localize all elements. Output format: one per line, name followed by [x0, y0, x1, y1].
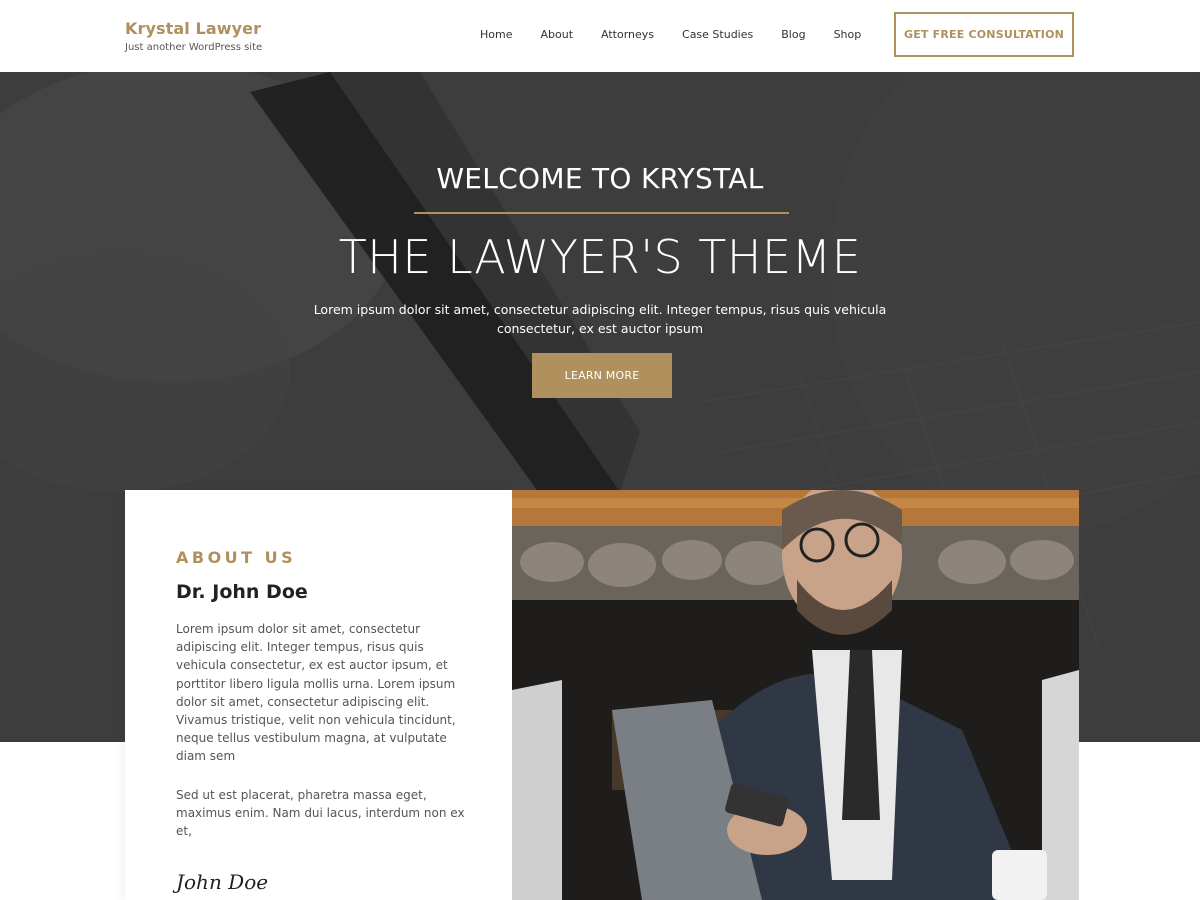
hero-description: Lorem ipsum dolor sit amet, consectetur … [313, 302, 887, 336]
about-card: ABOUT US Dr. John Doe Lorem ipsum dolor … [125, 490, 512, 900]
about-section-label: ABOUT US [176, 548, 297, 567]
nav-item-home[interactable]: Home [480, 28, 512, 41]
nav-item-about[interactable]: About [540, 28, 573, 41]
about-paragraph-1: Lorem ipsum dolor sit amet, consectetur … [176, 622, 456, 764]
nav-item-blog[interactable]: Blog [781, 28, 805, 41]
site-header: Krystal Lawyer Just another WordPress si… [0, 0, 1200, 72]
hero-title: THE LAWYER'S THEME [338, 230, 862, 284]
about-person-name: Dr. John Doe [176, 581, 308, 603]
learn-more-button[interactable]: LEARN MORE [532, 353, 672, 398]
hero-divider [414, 212, 789, 214]
nav-item-case-studies[interactable]: Case Studies [682, 28, 753, 41]
nav-item-shop[interactable]: Shop [834, 28, 862, 41]
lawyer-photo-illustration [512, 490, 1079, 900]
lawyer-photo [512, 490, 1079, 900]
free-consultation-button[interactable]: GET FREE CONSULTATION [894, 12, 1074, 57]
site-title[interactable]: Krystal Lawyer [125, 19, 262, 38]
signature: John Doe [176, 870, 269, 894]
site-tagline: Just another WordPress site [125, 42, 263, 53]
main-nav: Home About Attorneys Case Studies Blog S… [480, 28, 889, 41]
hero-welcome-heading: WELCOME TO KRYSTAL [436, 162, 764, 195]
nav-item-attorneys[interactable]: Attorneys [601, 28, 654, 41]
brand[interactable]: Krystal Lawyer Just another WordPress si… [125, 19, 262, 53]
about-paragraph-2: Sed ut est placerat, pharetra massa eget… [176, 788, 465, 839]
